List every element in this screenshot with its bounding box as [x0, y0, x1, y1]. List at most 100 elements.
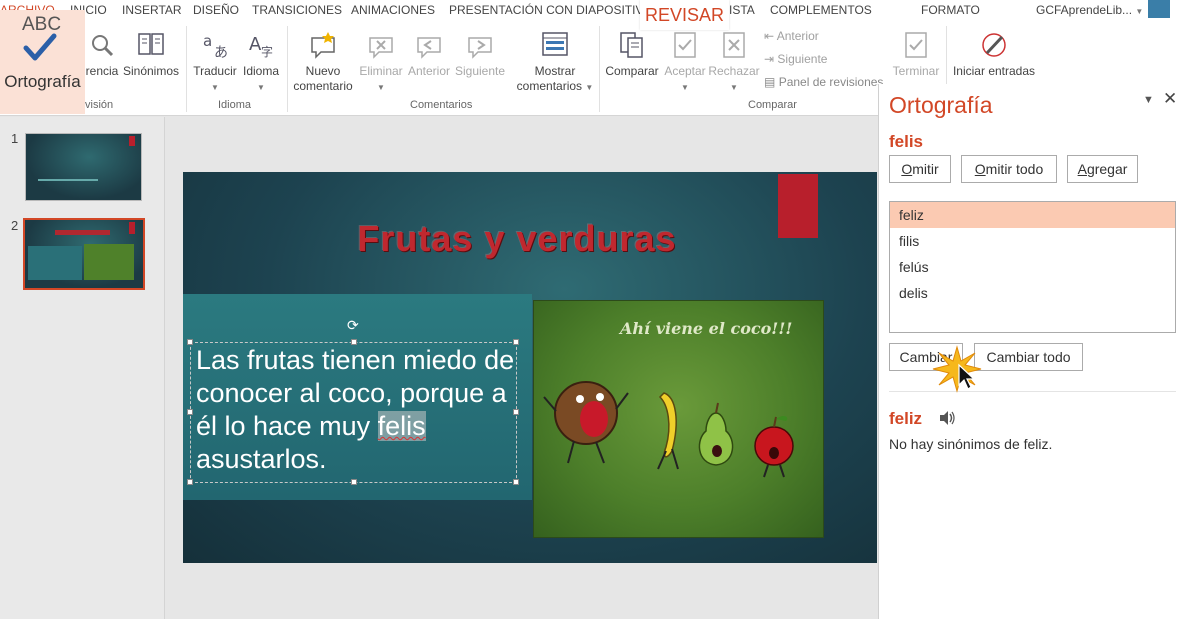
- banana-character: [658, 392, 677, 458]
- click-burst-cursor-icon: [932, 345, 982, 393]
- group-label-comentarios: Comentarios: [410, 99, 473, 111]
- ortografia-label: Ortografía: [4, 72, 81, 91]
- language-icon: A字: [249, 34, 273, 59]
- idioma-button[interactable]: A字 Idioma ▼: [240, 30, 282, 95]
- pane-options-chevron-icon[interactable]: ▼: [1143, 94, 1154, 106]
- end-review-icon: [905, 32, 927, 58]
- suggestion-item[interactable]: feliz: [890, 202, 1175, 228]
- comparar-button[interactable]: Comparar: [604, 30, 660, 79]
- synonym-word: feliz: [889, 409, 923, 428]
- slide-thumbnail-1[interactable]: [25, 133, 142, 201]
- tab-diseno[interactable]: DISEÑO: [193, 3, 239, 17]
- traducir-button[interactable]: aあ Traducir ▼: [192, 30, 238, 95]
- aceptar-button[interactable]: Aceptar ▼: [662, 30, 708, 95]
- thumb-text-line: [38, 179, 98, 181]
- panel-revisiones-button[interactable]: ▤ Panel de revisiones: [764, 75, 883, 89]
- tab-transiciones[interactable]: TRANSICIONES: [252, 3, 342, 17]
- resize-handle[interactable]: [351, 479, 357, 485]
- chevron-down-icon: ▼: [1135, 7, 1144, 16]
- close-icon[interactable]: ✕: [1163, 89, 1177, 109]
- resize-handle[interactable]: [187, 479, 193, 485]
- previous-icon: ⇤: [764, 29, 775, 43]
- svg-text:あ: あ: [214, 45, 228, 60]
- slide-canvas[interactable]: Frutas y verduras ⟳ Las frutas tienen mi…: [183, 172, 877, 563]
- pear-character: [698, 412, 734, 466]
- rotate-handle-icon[interactable]: ⟳: [347, 317, 359, 334]
- omitir-todo-button[interactable]: Omitir todo: [961, 155, 1057, 183]
- slide-thumbnail-2[interactable]: [23, 218, 145, 290]
- siguiente-button[interactable]: Siguiente: [453, 30, 507, 79]
- cambiar-todo-button[interactable]: Cambiar todo: [974, 343, 1083, 371]
- fruits-cartoon-picture[interactable]: Ahí viene el coco!!!: [533, 300, 824, 538]
- avatar[interactable]: [1148, 0, 1170, 18]
- thumbnail-number: 2: [11, 218, 19, 233]
- iniciar-entradas-button[interactable]: Iniciar entradas: [950, 30, 1038, 79]
- slide-body-text[interactable]: Las frutas tienen miedo de conocer al co…: [196, 344, 516, 476]
- suggestions-list[interactable]: feliz filis felús delis: [889, 201, 1176, 333]
- chevron-down-icon: ▼: [257, 83, 265, 92]
- ortografia-button[interactable]: ABC Ortografía: [0, 10, 85, 114]
- group-label-comparar: Comparar: [748, 99, 797, 111]
- eliminar-button[interactable]: Eliminar ▼: [357, 30, 405, 95]
- reject-x-icon: [723, 32, 745, 58]
- tab-formato[interactable]: FORMATO: [921, 3, 980, 17]
- tab-complementos[interactable]: COMPLEMENTOS: [770, 3, 872, 17]
- previous-comment-icon: [417, 37, 441, 59]
- agregar-button[interactable]: Agregar: [1067, 155, 1138, 183]
- svg-text:字: 字: [261, 44, 273, 59]
- misspelled-word: felis: [889, 132, 924, 151]
- next-icon: ⇥: [764, 52, 775, 66]
- tab-vista[interactable]: ISTA: [729, 3, 755, 17]
- group-separator: [287, 26, 288, 112]
- chevron-down-icon: ▼: [377, 83, 385, 92]
- omitir-button[interactable]: Omitir: [889, 155, 951, 183]
- thesaurus-book-icon: [138, 33, 164, 55]
- tab-revisar[interactable]: REVISAR: [640, 0, 729, 30]
- suggestion-item[interactable]: filis: [890, 228, 1175, 254]
- thumb-text-block: [28, 246, 82, 280]
- misspelled-word-highlight[interactable]: felis: [377, 411, 426, 441]
- sinonimos-button[interactable]: Sinónimos: [122, 30, 180, 79]
- group-label-idioma: Idioma: [218, 99, 252, 111]
- show-comments-icon: [542, 32, 568, 56]
- ink-pen-icon: [982, 33, 1006, 57]
- speaker-icon[interactable]: [938, 410, 956, 426]
- resize-handle[interactable]: [187, 339, 193, 345]
- accept-check-icon: [674, 32, 696, 58]
- suggestion-item[interactable]: delis: [890, 280, 1175, 306]
- resize-handle[interactable]: [187, 409, 193, 415]
- tab-animaciones[interactable]: ANIMACIONES: [351, 3, 435, 17]
- resize-handle[interactable]: [513, 479, 519, 485]
- ribbon-tab-bar: ARCHIVO INICIO INSERTAR DISEÑO TRANSICIO…: [0, 0, 1183, 20]
- anterior-small-button[interactable]: ⇤ Anterior: [764, 29, 819, 43]
- referencia-button[interactable]: rencia: [82, 30, 122, 79]
- synonym-text: No hay sinónimos de feliz.: [889, 436, 1053, 452]
- nuevo-comentario-button[interactable]: Nuevo comentario: [292, 30, 354, 94]
- rechazar-button[interactable]: Rechazar ▼: [708, 30, 760, 95]
- anterior-button[interactable]: Anterior: [405, 30, 453, 79]
- panel-icon: ▤: [764, 75, 776, 89]
- fruits-illustration: [543, 381, 794, 478]
- spelling-check-icon: [23, 33, 57, 61]
- tab-insertar[interactable]: INSERTAR: [122, 3, 182, 17]
- mostrar-comentarios-button[interactable]: Mostrar comentarios ▼: [515, 30, 595, 95]
- pane-title: Ortografía: [889, 92, 993, 118]
- terminar-button[interactable]: Terminar: [888, 30, 944, 79]
- chevron-down-icon: ▼: [681, 83, 689, 92]
- chevron-down-icon: ▼: [211, 83, 219, 92]
- thumb-title: [55, 230, 110, 235]
- slide-title[interactable]: Frutas y verduras: [183, 218, 851, 260]
- new-comment-icon: [311, 32, 335, 59]
- thumbnail-number: 1: [11, 131, 19, 146]
- spelling-pane: Ortografía ▼ ✕ felis Omitir Omitir todo …: [878, 84, 1183, 619]
- tab-presentacion[interactable]: PRESENTACIÓN CON DIAPOSITIVAS: [449, 3, 659, 17]
- chevron-down-icon: ▼: [730, 83, 738, 92]
- svg-text:a: a: [203, 32, 212, 50]
- suggestion-item[interactable]: felús: [890, 254, 1175, 280]
- account-name[interactable]: GCFAprendeLib... ▼: [1036, 3, 1143, 17]
- thumb-ribbon: [129, 222, 135, 234]
- chevron-down-icon: ▼: [585, 83, 594, 92]
- group-separator: [599, 26, 600, 112]
- thumb-picture: [84, 244, 134, 280]
- siguiente-small-button[interactable]: ⇥ Siguiente: [764, 52, 827, 66]
